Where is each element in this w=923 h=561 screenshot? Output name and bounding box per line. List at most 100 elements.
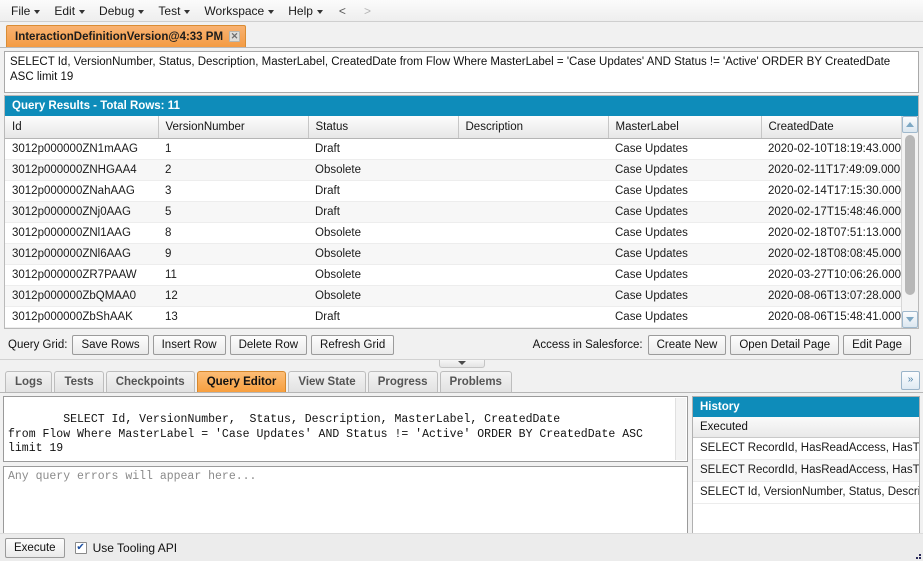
- table-row[interactable]: 3012p000000ZNHGAA4 2 Obsolete Case Updates 2…: [5, 159, 901, 181]
- tab-query-editor[interactable]: Query Editor: [196, 370, 287, 392]
- query-errors-panel[interactable]: Any query errors will appear here...: [3, 465, 688, 536]
- cell-masterlabel[interactable]: Case Updates: [608, 138, 761, 160]
- cell-masterlabel[interactable]: Case Updates: [608, 201, 761, 223]
- cell-id[interactable]: 3012p000000ZR7PAAW: [5, 264, 158, 286]
- cell-description[interactable]: [458, 285, 608, 307]
- tab-checkpoints[interactable]: Checkpoints: [105, 370, 195, 392]
- menu-file[interactable]: File: [4, 2, 47, 20]
- cell-versionnumber[interactable]: 13: [158, 306, 308, 328]
- execute-button[interactable]: Execute: [5, 537, 65, 558]
- close-icon[interactable]: ✕: [229, 31, 241, 42]
- table-row[interactable]: 3012p000000ZbQMAA0 12 Obsolete Case Updates…: [5, 285, 901, 307]
- cell-id[interactable]: 3012p000000ZNj0AAG: [5, 201, 158, 223]
- menu-test[interactable]: Test: [151, 2, 197, 20]
- cell-description[interactable]: [458, 180, 608, 202]
- cell-id[interactable]: 3012p000000ZbQMAA0: [5, 285, 158, 307]
- cell-masterlabel[interactable]: Case Updates: [608, 243, 761, 265]
- cell-description[interactable]: [458, 201, 608, 223]
- cell-description[interactable]: [458, 159, 608, 181]
- scrollbar-track[interactable]: [902, 133, 918, 311]
- cell-masterlabel[interactable]: Case Updates: [608, 180, 761, 202]
- cell-status[interactable]: Obsolete: [308, 222, 458, 244]
- cell-versionnumber[interactable]: 11: [158, 264, 308, 286]
- open-detail-page-button[interactable]: Open Detail Page: [730, 334, 840, 355]
- save-rows-button[interactable]: Save Rows: [72, 334, 149, 355]
- soql-scrollbar[interactable]: [675, 397, 686, 460]
- cell-status[interactable]: Draft: [308, 306, 458, 328]
- column-header-description[interactable]: Description: [458, 116, 609, 139]
- table-row[interactable]: 3012p000000ZR7PAAW 11 Obsolete Case Updates…: [5, 264, 901, 286]
- cell-description[interactable]: [458, 306, 608, 328]
- cell-versionnumber[interactable]: 5: [158, 201, 308, 223]
- cell-versionnumber[interactable]: 8: [158, 222, 308, 244]
- tab-problems[interactable]: Problems: [439, 370, 512, 392]
- insert-row-button[interactable]: Insert Row: [152, 334, 226, 355]
- history-item[interactable]: SELECT Id, VersionNumber, Status, Descri…: [693, 481, 919, 504]
- column-header-createddate[interactable]: CreatedDate: [761, 116, 901, 139]
- cell-masterlabel[interactable]: Case Updates: [608, 264, 761, 286]
- tab-logs[interactable]: Logs: [5, 370, 53, 392]
- table-row[interactable]: 3012p000000ZN1mAAG 1 Draft Case Updates 2020…: [5, 138, 901, 160]
- create-new-button[interactable]: Create New: [647, 334, 727, 355]
- history-item[interactable]: SELECT RecordId, HasReadAccess, HasTr...: [693, 459, 919, 482]
- cell-createddate[interactable]: 2020-08-06T13:07:28.000...: [761, 285, 901, 307]
- scroll-up-icon[interactable]: [902, 116, 918, 133]
- cell-createddate[interactable]: 2020-03-27T10:06:26.000...: [761, 264, 901, 286]
- cell-createddate[interactable]: 2020-08-06T15:48:41.000...: [761, 306, 901, 328]
- window-resize-grip[interactable]: [911, 549, 921, 559]
- table-row[interactable]: 3012p000000ZbShAAK 13 Draft Case Updates 202…: [5, 306, 901, 328]
- panel-splitter[interactable]: [0, 358, 923, 368]
- soql-input[interactable]: SELECT Id, VersionNumber, Status, Descri…: [3, 395, 688, 462]
- cell-status[interactable]: Obsolete: [308, 159, 458, 181]
- cell-createddate[interactable]: 2020-02-17T15:48:46.000...: [761, 201, 901, 223]
- tab-view-state[interactable]: View State: [288, 370, 366, 392]
- table-row[interactable]: 3012p000000ZNl6AAG 9 Obsolete Case Updates 2…: [5, 243, 901, 265]
- menu-edit[interactable]: Edit: [47, 2, 92, 20]
- scrollbar-thumb[interactable]: [905, 135, 915, 295]
- cell-id[interactable]: 3012p000000ZN1mAAG: [5, 138, 158, 160]
- column-header-versionnumber[interactable]: VersionNumber: [158, 116, 309, 139]
- cell-description[interactable]: [458, 222, 608, 244]
- splitter-collapse-handle[interactable]: [438, 359, 485, 368]
- cell-status[interactable]: Draft: [308, 138, 458, 160]
- scroll-down-icon[interactable]: [902, 310, 918, 328]
- results-grid[interactable]: Id VersionNumber Status Description Mast…: [5, 116, 901, 328]
- nav-forward-icon[interactable]: >: [355, 2, 380, 20]
- document-tab-interactiondefinitionversion[interactable]: InteractionDefinitionVersion@4:33 PM ✕: [6, 25, 247, 47]
- cell-status[interactable]: Obsolete: [308, 243, 458, 265]
- cell-masterlabel[interactable]: Case Updates: [608, 285, 761, 307]
- cell-masterlabel[interactable]: Case Updates: [608, 159, 761, 181]
- table-row[interactable]: 3012p000000ZNj0AAG 5 Draft Case Updates 2020…: [5, 201, 901, 223]
- results-vertical-scrollbar[interactable]: [901, 116, 918, 328]
- cell-status[interactable]: Draft: [308, 180, 458, 202]
- cell-description[interactable]: [458, 243, 608, 265]
- menu-workspace[interactable]: Workspace: [197, 2, 281, 20]
- cell-description[interactable]: [458, 264, 608, 286]
- cell-versionnumber[interactable]: 12: [158, 285, 308, 307]
- cell-description[interactable]: [458, 138, 608, 160]
- table-row[interactable]: 3012p000000ZNahAAG 3 Draft Case Updates 2020…: [5, 180, 901, 202]
- chevron-double-down-icon[interactable]: »: [901, 370, 920, 390]
- cell-versionnumber[interactable]: 1: [158, 138, 308, 160]
- cell-versionnumber[interactable]: 2: [158, 159, 308, 181]
- cell-createddate[interactable]: 2020-02-11T17:49:09.000...: [761, 159, 901, 181]
- cell-id[interactable]: 3012p000000ZNahAAG: [5, 180, 158, 202]
- cell-status[interactable]: Obsolete: [308, 264, 458, 286]
- history-column-header[interactable]: Executed: [693, 416, 919, 438]
- menu-help[interactable]: Help: [281, 2, 330, 20]
- cell-id[interactable]: 3012p000000ZNHGAA4: [5, 159, 158, 181]
- refresh-grid-button[interactable]: Refresh Grid: [311, 334, 395, 355]
- cell-createddate[interactable]: 2020-02-14T17:15:30.000...: [761, 180, 901, 202]
- cell-id[interactable]: 3012p000000ZNl1AAG: [5, 222, 158, 244]
- cell-createddate[interactable]: 2020-02-18T08:08:45.000...: [761, 243, 901, 265]
- use-tooling-api-checkbox[interactable]: ✔: [74, 541, 87, 554]
- cell-status[interactable]: Obsolete: [308, 285, 458, 307]
- table-row[interactable]: 3012p000000ZNl1AAG 8 Obsolete Case Updates 2…: [5, 222, 901, 244]
- tab-tests[interactable]: Tests: [54, 370, 104, 392]
- edit-page-button[interactable]: Edit Page: [843, 334, 911, 355]
- delete-row-button[interactable]: Delete Row: [229, 334, 308, 355]
- cell-id[interactable]: 3012p000000ZbShAAK: [5, 306, 158, 328]
- menu-debug[interactable]: Debug: [92, 2, 151, 20]
- cell-versionnumber[interactable]: 3: [158, 180, 308, 202]
- column-header-status[interactable]: Status: [308, 116, 459, 139]
